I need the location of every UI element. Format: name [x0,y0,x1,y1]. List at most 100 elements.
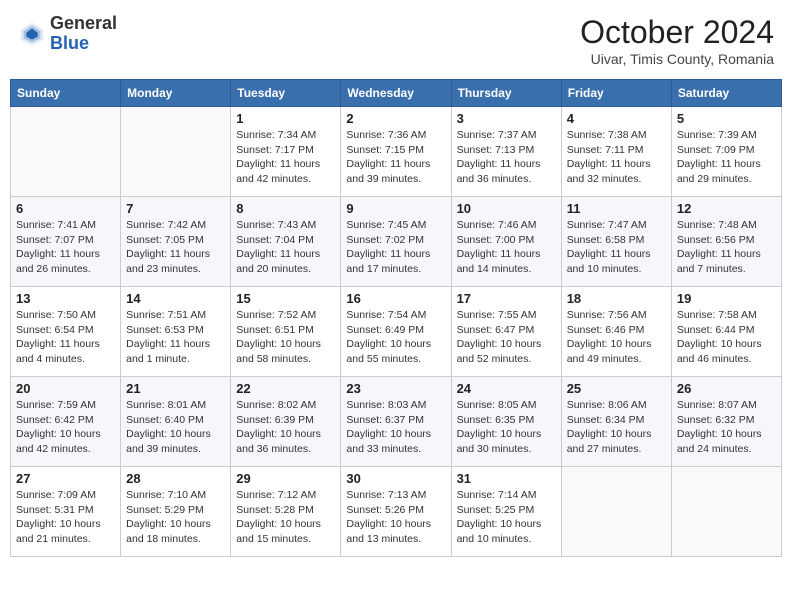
day-detail: Sunrise: 7:10 AM Sunset: 5:29 PM Dayligh… [126,488,225,547]
calendar-cell [121,107,231,197]
day-detail: Sunrise: 7:55 AM Sunset: 6:47 PM Dayligh… [457,308,556,367]
day-number: 1 [236,111,335,126]
weekday-header: Friday [561,80,671,107]
day-detail: Sunrise: 8:05 AM Sunset: 6:35 PM Dayligh… [457,398,556,457]
day-detail: Sunrise: 7:48 AM Sunset: 6:56 PM Dayligh… [677,218,776,277]
calendar-cell: 9 Sunrise: 7:45 AM Sunset: 7:02 PM Daylig… [341,197,451,287]
calendar-week-row: 6 Sunrise: 7:41 AM Sunset: 7:07 PM Daylig… [11,197,782,287]
calendar-cell: 30 Sunrise: 7:13 AM Sunset: 5:26 PM Dayli… [341,467,451,557]
calendar-cell: 20 Sunrise: 7:59 AM Sunset: 6:42 PM Dayli… [11,377,121,467]
day-number: 20 [16,381,115,396]
day-detail: Sunrise: 7:52 AM Sunset: 6:51 PM Dayligh… [236,308,335,367]
day-detail: Sunrise: 8:01 AM Sunset: 6:40 PM Dayligh… [126,398,225,457]
day-detail: Sunrise: 7:51 AM Sunset: 6:53 PM Dayligh… [126,308,225,367]
calendar-cell: 18 Sunrise: 7:56 AM Sunset: 6:46 PM Dayli… [561,287,671,377]
calendar-cell: 16Sunrise: 7:54 AM Sunset: 6:49 PM Dayli… [341,287,451,377]
day-number: 23 [346,381,445,396]
calendar-cell: 11Sunrise: 7:47 AM Sunset: 6:58 PM Dayli… [561,197,671,287]
day-number: 13 [16,291,115,306]
logo-general: General [50,14,117,34]
day-detail: Sunrise: 7:54 AM Sunset: 6:49 PM Dayligh… [346,308,445,367]
logo-icon [18,20,46,48]
weekday-header: Thursday [451,80,561,107]
calendar-week-row: 1Sunrise: 7:34 AM Sunset: 7:17 PM Daylig… [11,107,782,197]
day-detail: Sunrise: 7:58 AM Sunset: 6:44 PM Dayligh… [677,308,776,367]
day-number: 28 [126,471,225,486]
calendar-cell: 7 Sunrise: 7:42 AM Sunset: 7:05 PM Daylig… [121,197,231,287]
day-number: 24 [457,381,556,396]
calendar-cell: 28 Sunrise: 7:10 AM Sunset: 5:29 PM Dayli… [121,467,231,557]
calendar-cell: 5 Sunrise: 7:39 AM Sunset: 7:09 PM Daylig… [671,107,781,197]
calendar-cell: 14Sunrise: 7:51 AM Sunset: 6:53 PM Dayli… [121,287,231,377]
weekday-header: Wednesday [341,80,451,107]
day-detail: Sunrise: 7:50 AM Sunset: 6:54 PM Dayligh… [16,308,115,367]
calendar-cell: 22 Sunrise: 8:02 AM Sunset: 6:39 PM Dayli… [231,377,341,467]
calendar-cell: 1Sunrise: 7:34 AM Sunset: 7:17 PM Daylig… [231,107,341,197]
location-subtitle: Uivar, Timis County, Romania [580,51,774,67]
day-detail: Sunrise: 7:42 AM Sunset: 7:05 PM Dayligh… [126,218,225,277]
day-number: 17 [457,291,556,306]
calendar-cell [11,107,121,197]
logo-blue: Blue [50,34,117,54]
day-detail: Sunrise: 7:39 AM Sunset: 7:09 PM Dayligh… [677,128,776,187]
day-number: 27 [16,471,115,486]
day-detail: Sunrise: 7:14 AM Sunset: 5:25 PM Dayligh… [457,488,556,547]
day-number: 31 [457,471,556,486]
calendar-cell: 27Sunrise: 7:09 AM Sunset: 5:31 PM Dayli… [11,467,121,557]
calendar-cell: 31 Sunrise: 7:14 AM Sunset: 5:25 PM Dayli… [451,467,561,557]
calendar-cell: 26Sunrise: 8:07 AM Sunset: 6:32 PM Dayli… [671,377,781,467]
day-number: 19 [677,291,776,306]
day-number: 7 [126,201,225,216]
calendar-cell: 10Sunrise: 7:46 AM Sunset: 7:00 PM Dayli… [451,197,561,287]
calendar-cell: 12 Sunrise: 7:48 AM Sunset: 6:56 PM Dayli… [671,197,781,287]
day-detail: Sunrise: 7:56 AM Sunset: 6:46 PM Dayligh… [567,308,666,367]
day-detail: Sunrise: 8:07 AM Sunset: 6:32 PM Dayligh… [677,398,776,457]
day-number: 12 [677,201,776,216]
day-number: 25 [567,381,666,396]
month-title: October 2024 [580,14,774,51]
calendar-week-row: 13 Sunrise: 7:50 AM Sunset: 6:54 PM Dayli… [11,287,782,377]
day-detail: Sunrise: 8:02 AM Sunset: 6:39 PM Dayligh… [236,398,335,457]
day-detail: Sunrise: 7:43 AM Sunset: 7:04 PM Dayligh… [236,218,335,277]
weekday-header: Sunday [11,80,121,107]
calendar-cell: 8 Sunrise: 7:43 AM Sunset: 7:04 PM Daylig… [231,197,341,287]
day-detail: Sunrise: 7:45 AM Sunset: 7:02 PM Dayligh… [346,218,445,277]
day-detail: Sunrise: 7:36 AM Sunset: 7:15 PM Dayligh… [346,128,445,187]
weekday-header: Monday [121,80,231,107]
day-detail: Sunrise: 7:38 AM Sunset: 7:11 PM Dayligh… [567,128,666,187]
day-number: 18 [567,291,666,306]
day-number: 8 [236,201,335,216]
day-number: 2 [346,111,445,126]
day-detail: Sunrise: 7:13 AM Sunset: 5:26 PM Dayligh… [346,488,445,547]
calendar-cell: 19 Sunrise: 7:58 AM Sunset: 6:44 PM Dayli… [671,287,781,377]
calendar-header-row: SundayMondayTuesdayWednesdayThursdayFrid… [11,80,782,107]
day-detail: Sunrise: 8:03 AM Sunset: 6:37 PM Dayligh… [346,398,445,457]
weekday-header: Tuesday [231,80,341,107]
day-number: 5 [677,111,776,126]
day-number: 3 [457,111,556,126]
calendar-cell: 3 Sunrise: 7:37 AM Sunset: 7:13 PM Daylig… [451,107,561,197]
calendar-cell [671,467,781,557]
day-number: 15 [236,291,335,306]
calendar-cell: 23 Sunrise: 8:03 AM Sunset: 6:37 PM Dayli… [341,377,451,467]
day-number: 30 [346,471,445,486]
day-detail: Sunrise: 7:41 AM Sunset: 7:07 PM Dayligh… [16,218,115,277]
day-detail: Sunrise: 7:46 AM Sunset: 7:00 PM Dayligh… [457,218,556,277]
day-number: 6 [16,201,115,216]
calendar-cell [561,467,671,557]
calendar-cell: 15 Sunrise: 7:52 AM Sunset: 6:51 PM Dayli… [231,287,341,377]
day-number: 21 [126,381,225,396]
day-detail: Sunrise: 7:59 AM Sunset: 6:42 PM Dayligh… [16,398,115,457]
calendar-cell: 21 Sunrise: 8:01 AM Sunset: 6:40 PM Dayli… [121,377,231,467]
calendar-cell: 17 Sunrise: 7:55 AM Sunset: 6:47 PM Dayli… [451,287,561,377]
day-detail: Sunrise: 7:37 AM Sunset: 7:13 PM Dayligh… [457,128,556,187]
title-area: October 2024 Uivar, Timis County, Romani… [580,14,774,67]
calendar-cell: 29Sunrise: 7:12 AM Sunset: 5:28 PM Dayli… [231,467,341,557]
calendar-week-row: 27Sunrise: 7:09 AM Sunset: 5:31 PM Dayli… [11,467,782,557]
day-number: 11 [567,201,666,216]
day-number: 22 [236,381,335,396]
day-number: 9 [346,201,445,216]
calendar-cell: 24 Sunrise: 8:05 AM Sunset: 6:35 PM Dayli… [451,377,561,467]
weekday-header: Saturday [671,80,781,107]
page-header: General Blue October 2024 Uivar, Timis C… [10,10,782,71]
